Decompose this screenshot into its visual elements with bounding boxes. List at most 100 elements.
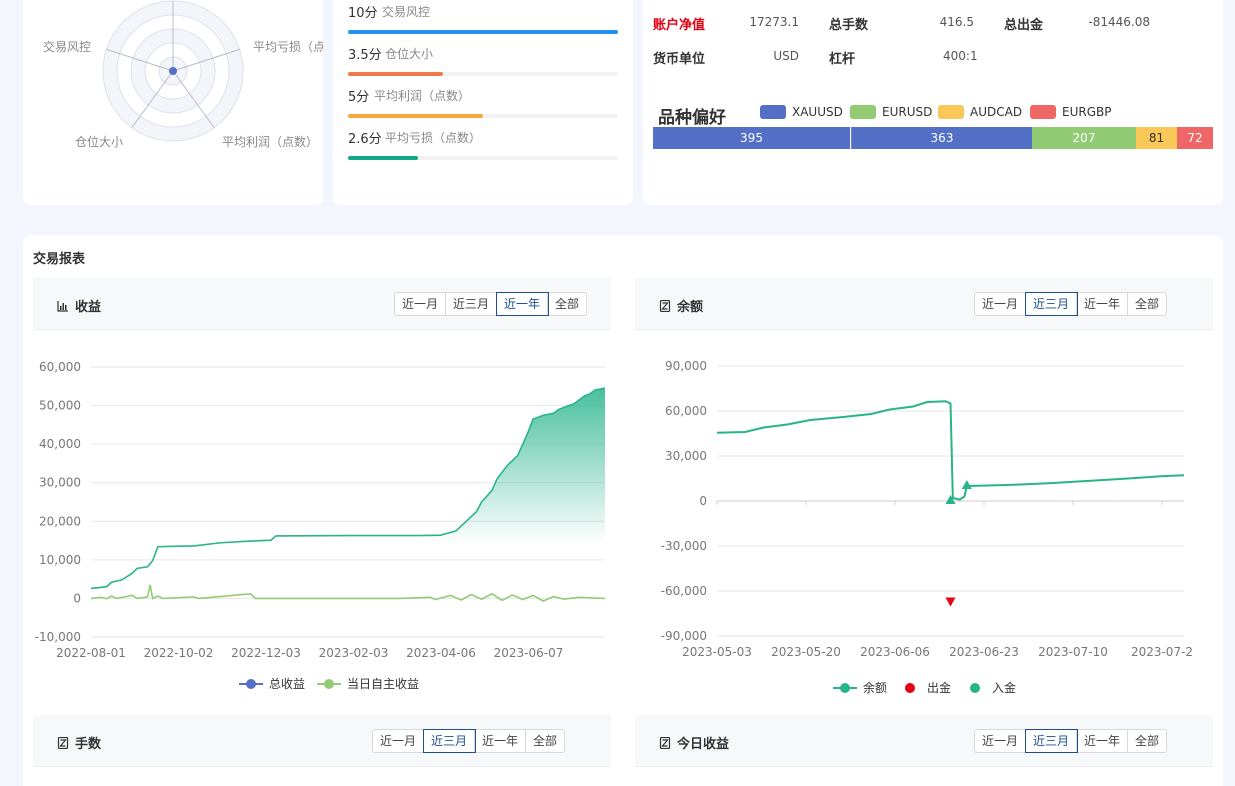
hourglass-icon: [659, 299, 671, 312]
radar-card: 交易风控 平均亏损（点 平均利润（点数） 仓位大小: [23, 0, 323, 205]
total-withdraw: -81446.08: [1088, 15, 1150, 29]
y-tick-label: 10,000: [39, 553, 81, 567]
account-card: 账户净值 17273.1 总手数 416.5 总出金 -81446.08 货币单…: [643, 0, 1223, 205]
profit-panel-title: 收益: [57, 296, 101, 315]
balance-line: [716, 400, 1185, 501]
radar-label-avg-profit: 平均利润（点数）: [222, 135, 319, 149]
score-value: 3.5分: [348, 48, 382, 63]
legend-marker: [246, 679, 256, 689]
lots-panel-header: 手数 近一月 近三月 近一年 全部: [33, 715, 611, 767]
range-1y[interactable]: 近一年: [1077, 730, 1129, 752]
range-1m[interactable]: 近一月: [395, 293, 447, 315]
balance-panel-header: 余额 近一月 近三月 近一年 全部: [635, 278, 1213, 330]
profit-panel-header: 收益 近一月 近三月 近一年 全部: [33, 278, 611, 330]
range-3m[interactable]: 近三月: [423, 729, 477, 753]
pref-segment-eurusd: 207: [1032, 127, 1136, 149]
range-1m[interactable]: 近一月: [975, 730, 1027, 752]
legend-label: 余额: [863, 680, 887, 695]
net-value: 17273.1: [749, 15, 799, 29]
range-3m[interactable]: 近三月: [1025, 292, 1079, 316]
today-panel-header: 今日收益 近一月 近三月 近一年 全部: [635, 715, 1213, 767]
pref-segment-xauusd-1: 395: [653, 127, 850, 149]
radar-label-risk: 交易风控: [43, 40, 92, 54]
legend-audcad[interactable]: AUDCAD: [938, 105, 1022, 119]
y-tick-label: 50,000: [39, 399, 81, 413]
total-lots: 416.5: [939, 15, 974, 29]
score-bar-fill: [348, 114, 483, 118]
radar-point: [169, 67, 177, 75]
y-tick-label: -90,000: [661, 629, 707, 643]
x-tick-label: 2023-05-03: [682, 645, 752, 659]
y-tick-label: 20,000: [39, 514, 81, 528]
preference-title: 品种偏好: [658, 108, 726, 128]
leverage-label: 杠杆: [829, 52, 856, 67]
balance-chart: 90,000 60,000 30,000 0 -30,000 -60,000 -90,000…: [661, 359, 1193, 695]
legend-marker: [324, 679, 334, 689]
range-1m[interactable]: 近一月: [975, 293, 1027, 315]
range-1m[interactable]: 近一月: [373, 730, 425, 752]
y-tick-label: 30,000: [665, 449, 707, 463]
radar-label-position: 仓位大小: [75, 135, 124, 149]
x-tick-label: 2023-05-20: [771, 645, 841, 659]
range-1y[interactable]: 近一年: [496, 292, 550, 316]
y-tick-label: 0: [699, 494, 707, 508]
range-1y[interactable]: 近一年: [475, 730, 527, 752]
range-all[interactable]: 全部: [1128, 730, 1166, 752]
radar-chart: [102, 0, 244, 142]
hourglass-icon: [57, 736, 69, 749]
profit-chart: 60,000 50,000 40,000 30,000 20,000 10,000 0 -10…: [35, 360, 606, 691]
radar-label-avg-loss: 平均亏损（点: [253, 40, 323, 54]
score-label: 仓位大小: [385, 47, 434, 61]
today-range-selector: 近一月 近三月 近一年 全部: [974, 729, 1168, 753]
score-bar-fill: [348, 30, 618, 34]
legend-swatch: [760, 105, 786, 119]
score-label: 平均利润（点数）: [374, 89, 471, 103]
withdraw-marker: [945, 597, 956, 607]
score-bar: [348, 114, 618, 118]
y-tick-label: -60,000: [661, 584, 707, 598]
y-tick-label: 60,000: [39, 360, 81, 374]
total-withdraw-label: 总出金: [1004, 18, 1044, 33]
currency-label: 货币单位: [653, 52, 706, 67]
x-tick-label: 2023-07-10: [1038, 645, 1108, 659]
currency: USD: [773, 49, 799, 63]
net-value-label: 账户净值: [653, 18, 706, 33]
y-tick-label: -10,000: [35, 630, 81, 644]
profit-range-selector: 近一月 近三月 近一年 全部: [394, 292, 588, 316]
x-tick-label: 2022-08-01: [56, 646, 126, 660]
leverage: 400:1: [943, 49, 978, 63]
y-tick-label: 30,000: [39, 476, 81, 490]
range-1y[interactable]: 近一年: [1077, 293, 1129, 315]
x-tick-label: 2023-02-03: [319, 646, 389, 660]
balance-panel-title: 余额: [659, 296, 703, 315]
x-tick-label: 2022-12-03: [231, 646, 301, 660]
range-all[interactable]: 全部: [548, 293, 586, 315]
range-all[interactable]: 全部: [1128, 293, 1166, 315]
score-card: 10分 交易风控 3.5分 仓位大小 5分 平均利润（点数） 2.6分 平均亏损…: [333, 0, 633, 205]
range-3m[interactable]: 近三月: [446, 293, 498, 315]
legend-swatch: [850, 105, 876, 119]
legend-swatch: [1030, 105, 1056, 119]
score-bar: [348, 72, 618, 76]
today-panel-title: 今日收益: [659, 733, 729, 752]
deposit-marker: [961, 480, 972, 489]
deposit-marker: [945, 495, 956, 504]
bar-chart-icon: [57, 300, 68, 312]
legend-label: 出金: [927, 680, 951, 695]
legend-eurgbp[interactable]: EURGBP: [1030, 105, 1111, 119]
legend-eurusd[interactable]: EURUSD: [850, 105, 932, 119]
balance-range-selector: 近一月 近三月 近一年 全部: [974, 292, 1168, 316]
hourglass-icon: [659, 736, 671, 749]
score-value: 10分: [348, 6, 378, 21]
range-3m[interactable]: 近三月: [1025, 729, 1079, 753]
range-all[interactable]: 全部: [526, 730, 564, 752]
y-tick-label: 90,000: [665, 359, 707, 373]
score-bar: [348, 30, 618, 34]
x-tick-label: 2023-06-07: [494, 646, 564, 660]
legend-label: 当日自主收益: [347, 677, 419, 691]
score-bar-fill: [348, 156, 419, 160]
score-bar-fill: [348, 72, 443, 76]
legend-xauusd[interactable]: XAUUSD: [760, 105, 843, 119]
y-tick-label: 40,000: [39, 437, 81, 451]
report-card: 交易报表 收益 近一月 近三月 近一年 全部 60,000 50,000 40,00…: [23, 235, 1223, 786]
